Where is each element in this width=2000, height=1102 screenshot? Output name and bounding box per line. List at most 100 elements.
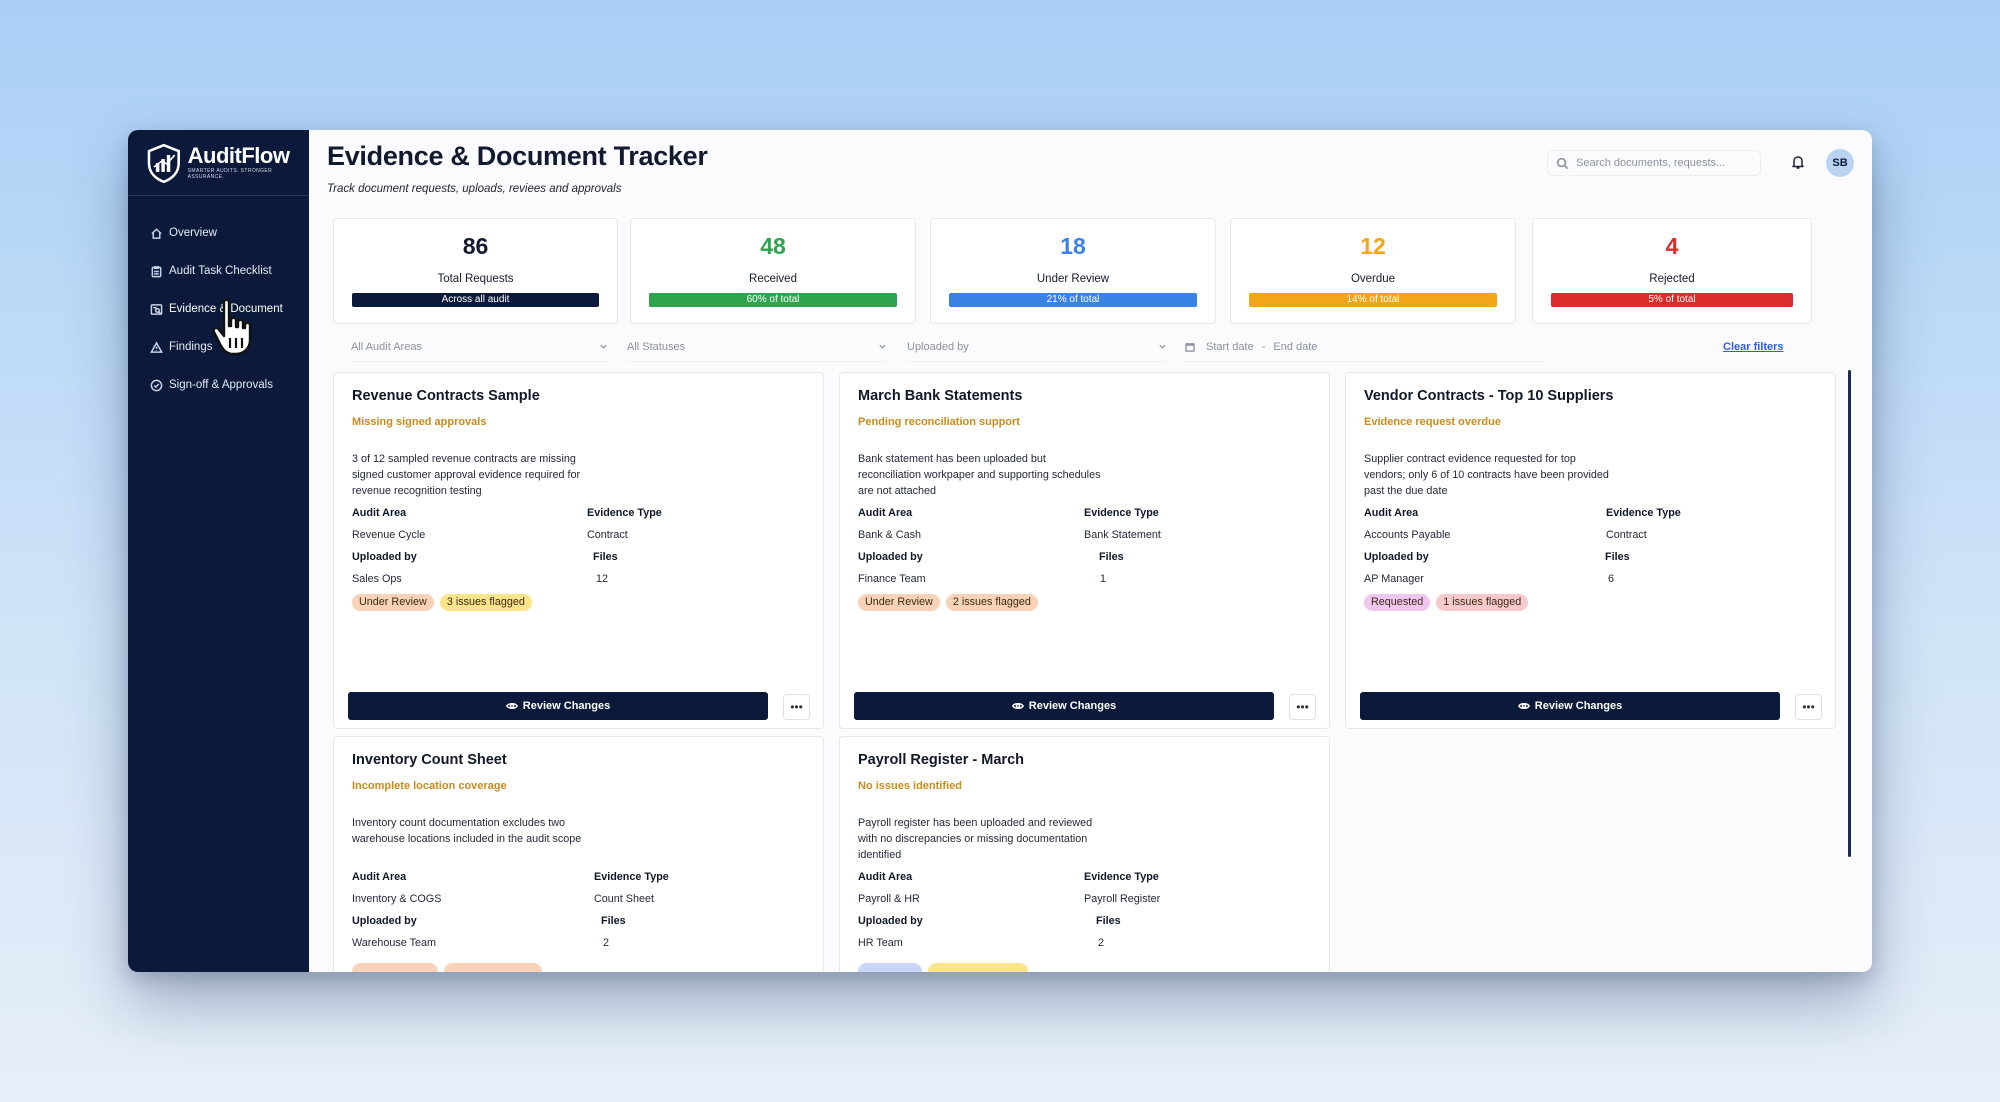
uploaded-by-filter[interactable]: Uploaded by xyxy=(907,332,1167,362)
uploaded-by-value: HR Team xyxy=(858,937,903,949)
stat-label: Overdue xyxy=(1350,273,1396,285)
card-description: Inventory count documentation excludes t… xyxy=(352,817,582,845)
review-changes-button[interactable]: Review Changes xyxy=(854,692,1274,720)
eye-icon xyxy=(505,703,518,709)
stat-card-overdue: 12 Overdue 14% of total xyxy=(1230,218,1516,324)
audit-area-value: Payroll & HR xyxy=(858,893,920,905)
stat-bar: Across all audit xyxy=(352,293,599,307)
page-title: Evidence & Document Tracker xyxy=(327,141,708,171)
stat-label: Rejected xyxy=(1649,273,1695,285)
search-icon xyxy=(1556,157,1569,169)
review-changes-button[interactable]: Review Changes xyxy=(348,692,768,720)
audit-area-label: Audit Area xyxy=(858,507,913,519)
card-title: Vendor Contracts - Top 10 Suppliers xyxy=(1364,388,1614,404)
audit-area-label: Audit Area xyxy=(1364,507,1419,519)
brand-tagline: SMARTER AUDITS. STRONGER ASSURANCE. xyxy=(187,168,273,180)
start-date-input[interactable]: Start date xyxy=(1206,341,1254,353)
card-issue: Pending reconciliation support xyxy=(858,416,1020,428)
sidebar-item-overview[interactable]: Overview xyxy=(128,214,309,252)
more-options-button[interactable]: ••• xyxy=(1795,694,1822,720)
clear-filters-link[interactable]: Clear filters xyxy=(1723,341,1784,353)
evidence-type-label: Evidence Type xyxy=(1084,507,1159,519)
files-label: Files xyxy=(601,915,626,927)
uploaded-by-label: Uploaded by xyxy=(1364,551,1429,563)
evidence-cards-grid: Revenue Contracts Sample Missing signed … xyxy=(309,372,1872,972)
files-value: 1 xyxy=(1100,573,1107,585)
card-tags xyxy=(858,963,1028,972)
hand-cursor-icon xyxy=(212,298,252,356)
issues-badge xyxy=(444,963,542,972)
status-filter[interactable]: All Statuses xyxy=(627,332,887,362)
audit-area-value: Bank & Cash xyxy=(858,529,922,541)
card-tags: Under Review 2 issues flagged xyxy=(858,594,1038,611)
issues-badge: 3 issues flagged xyxy=(439,594,532,611)
card-tags xyxy=(352,963,542,972)
stat-label: Under Review xyxy=(1036,273,1110,285)
stat-card-total-requests: 86 Total Requests Across all audit xyxy=(333,218,618,324)
issues-badge: 2 issues flagged xyxy=(945,594,1038,611)
audit-area-filter[interactable]: All Audit Areas xyxy=(351,332,608,362)
files-label: Files xyxy=(1099,551,1124,563)
evidence-type-label: Evidence Type xyxy=(587,507,662,519)
uploaded-by-value: Sales Ops xyxy=(352,573,402,585)
search-input[interactable] xyxy=(1576,157,1756,169)
files-label: Files xyxy=(1605,551,1630,563)
check-circle-icon xyxy=(150,379,163,391)
clipboard-icon xyxy=(151,265,162,277)
status-badge: Under Review xyxy=(352,594,434,611)
more-options-button[interactable]: ••• xyxy=(783,694,810,720)
stat-value: 12 xyxy=(1360,233,1386,259)
review-changes-button[interactable]: Review Changes xyxy=(1360,692,1780,720)
card-title: March Bank Statements xyxy=(858,388,1023,404)
evidence-card[interactable]: Inventory Count Sheet Incomplete locatio… xyxy=(333,736,824,972)
stat-value: 4 xyxy=(1665,233,1679,259)
bell-icon[interactable] xyxy=(1790,154,1806,170)
date-range-filter[interactable]: Start date - End date xyxy=(1184,332,1544,362)
stat-label: Received xyxy=(749,273,797,285)
evidence-card[interactable]: Payroll Register - March No issues ident… xyxy=(839,736,1330,972)
chevron-down-icon xyxy=(879,344,886,349)
stat-bar: 21% of total xyxy=(949,293,1197,307)
stat-value: 18 xyxy=(1060,233,1086,259)
evidence-type-value: Contract xyxy=(587,529,628,541)
eye-icon xyxy=(1011,703,1024,709)
stat-card-received: 48 Received 60% of total xyxy=(630,218,916,324)
files-value: 12 xyxy=(596,573,609,585)
evidence-card[interactable]: Vendor Contracts - Top 10 Suppliers Evid… xyxy=(1345,372,1836,729)
brand-logo[interactable]: AuditFlow SMARTER AUDITS. STRONGER ASSUR… xyxy=(128,130,309,196)
stat-bar: 5% of total xyxy=(1551,293,1793,307)
sidebar-item-label: Findings xyxy=(169,341,213,353)
stat-value: 48 xyxy=(760,233,786,259)
calendar-icon xyxy=(1185,342,1195,352)
audit-area-label: Audit Area xyxy=(858,871,913,883)
brand-name: AuditFlow xyxy=(187,143,290,168)
review-button-label: Review Changes xyxy=(522,700,611,712)
card-issue: No issues identified xyxy=(858,780,962,792)
card-tags: Requested 1 issues flagged xyxy=(1364,594,1529,611)
evidence-card[interactable]: Revenue Contracts Sample Missing signed … xyxy=(333,372,824,729)
user-avatar[interactable]: SB xyxy=(1826,149,1854,177)
status-badge: Requested xyxy=(1364,594,1431,611)
status-filter-value: All Statuses xyxy=(627,340,686,353)
audit-area-label: Audit Area xyxy=(352,871,407,883)
review-button-label: Review Changes xyxy=(1028,700,1117,712)
stat-bar: 60% of total xyxy=(649,293,897,307)
end-date-input[interactable]: End date xyxy=(1273,341,1317,353)
evidence-type-label: Evidence Type xyxy=(594,871,669,883)
chevron-down-icon xyxy=(1159,344,1166,349)
sidebar-item-label: Sign-off & Approvals xyxy=(169,379,273,391)
stat-bar: 14% of total xyxy=(1249,293,1497,307)
stat-value: 86 xyxy=(462,233,489,259)
audit-area-value: Inventory & COGS xyxy=(352,893,442,905)
search-box xyxy=(1547,150,1761,176)
sidebar-item-audit-task-checklist[interactable]: Audit Task Checklist xyxy=(128,252,309,290)
card-issue: Incomplete location coverage xyxy=(352,780,507,792)
page-subtitle: Track document requests, uploads, reviee… xyxy=(327,183,622,195)
sidebar-item-sign-off-approvals[interactable]: Sign-off & Approvals xyxy=(128,366,309,404)
more-options-button[interactable]: ••• xyxy=(1289,694,1316,720)
cards-scrollbar[interactable] xyxy=(1848,370,1851,857)
evidence-card[interactable]: March Bank Statements Pending reconcilia… xyxy=(839,372,1330,729)
status-badge xyxy=(858,963,922,972)
card-description: 3 of 12 sampled revenue contracts are mi… xyxy=(352,453,581,497)
issues-badge: 1 issues flagged xyxy=(1436,594,1529,611)
